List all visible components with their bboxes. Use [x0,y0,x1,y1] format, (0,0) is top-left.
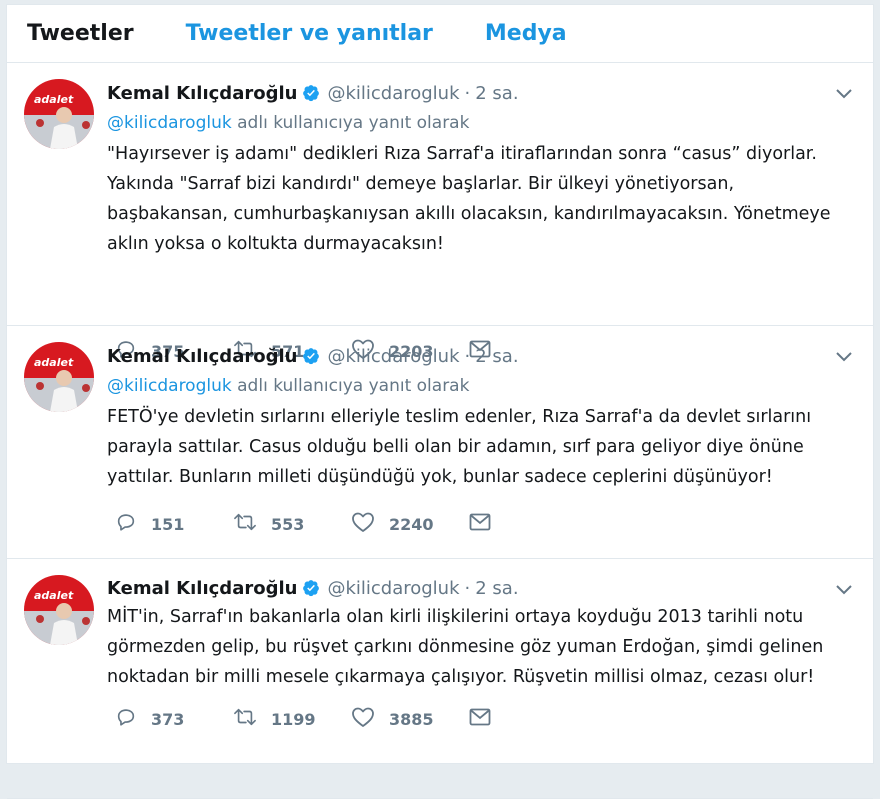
retweet-count: 1199 [271,709,316,729]
author-handle[interactable]: @kilicdarogluk [327,578,459,599]
tweet-header: Kemal Kılıçdaroğlu @kilicdarogluk · 2 sa… [107,79,849,107]
message-button[interactable] [469,513,505,535]
svg-text:adalet: adalet [34,356,74,369]
message-button[interactable] [469,708,505,730]
tab-tweets[interactable]: Tweetler [27,21,134,46]
author-name[interactable]: Kemal Kılıçdaroğlu [107,578,297,599]
separator: · [464,82,471,104]
reply-context: @kilicdarogluk adlı kullanıcıya yanıt ol… [107,376,849,396]
avatar[interactable]: adalet [24,342,94,412]
timeline: Tweetler Tweetler ve yanıtlar Medya adal… [6,4,874,799]
retweet-icon [233,511,271,537]
message-icon [469,513,505,535]
tweet-header: Kemal Kılıçdaroğlu @kilicdarogluk · 2 sa… [107,574,849,602]
reply-count: 373 [151,709,185,729]
tweet[interactable]: adalet Kemal Kılıçdaroğlu @kilicdarogluk… [7,559,873,799]
tab-tweets-and-replies[interactable]: Tweetler ve yanıtlar [186,21,433,46]
retweet-count: 553 [271,514,305,534]
like-count: 2240 [389,514,434,534]
reply-icon [115,706,151,732]
reply-context: @kilicdarogluk adlı kullanıcıya yanıt ol… [107,113,849,133]
avatar[interactable]: adalet [24,79,94,149]
svg-text:adalet: adalet [34,93,74,106]
reply-to-link[interactable]: @kilicdarogluk [107,376,232,396]
like-icon [351,706,389,732]
reply-context-text: adlı kullanıcıya yanıt olarak [231,113,470,133]
retweet-button[interactable]: 1199 [233,706,351,732]
reply-context-text: adlı kullanıcıya yanıt olarak [231,376,470,396]
verified-icon [302,347,320,365]
reply-button[interactable]: 151 [115,511,233,537]
verified-icon [302,579,320,597]
profile-tabs: Tweetler Tweetler ve yanıtlar Medya [7,5,873,63]
message-icon [469,708,505,730]
author-handle[interactable]: @kilicdarogluk [327,346,459,367]
retweet-button[interactable]: 553 [233,511,351,537]
timestamp[interactable]: 2 sa. [475,83,518,104]
like-icon [351,511,389,537]
like-button[interactable]: 2240 [351,511,469,537]
chevron-down-icon[interactable] [835,581,853,600]
tweet-text: "Hayırsever iş adamı" dedikleri Rıza Sar… [107,144,831,254]
tweet-text: FETÖ'ye devletin sırlarını elleriyle tes… [107,407,812,487]
author-name[interactable]: Kemal Kılıçdaroğlu [107,83,297,104]
verified-icon [302,84,320,102]
author-name[interactable]: Kemal Kılıçdaroğlu [107,346,297,367]
separator: · [464,345,471,367]
reply-icon [115,511,151,537]
tweet[interactable]: adalet Kemal Kılıçdaroğlu @kilicdarogluk… [7,63,873,361]
tweet-actions: 373 1199 3885 [115,706,505,732]
svg-text:adalet: adalet [34,589,74,602]
like-count: 3885 [389,709,434,729]
tab-media[interactable]: Medya [485,21,567,46]
tweet-text: MİT'in, Sarraf'ın bakanlarla olan kirli … [107,607,824,687]
timestamp[interactable]: 2 sa. [475,578,518,599]
chevron-down-icon[interactable] [835,85,853,104]
timestamp[interactable]: 2 sa. [475,346,518,367]
retweet-icon [233,706,271,732]
tweet[interactable]: adalet Kemal Kılıçdaroğlu @kilicdarogluk… [7,326,873,559]
separator: · [464,577,471,599]
reply-to-link[interactable]: @kilicdarogluk [107,113,232,133]
chevron-down-icon[interactable] [835,348,853,367]
reply-button[interactable]: 373 [115,706,233,732]
avatar[interactable]: adalet [24,575,94,645]
tweet-actions: 151 553 2240 [115,511,505,537]
reply-count: 151 [151,514,185,534]
tweet-header: Kemal Kılıçdaroğlu @kilicdarogluk · 2 sa… [107,342,849,370]
author-handle[interactable]: @kilicdarogluk [327,83,459,104]
like-button[interactable]: 3885 [351,706,469,732]
